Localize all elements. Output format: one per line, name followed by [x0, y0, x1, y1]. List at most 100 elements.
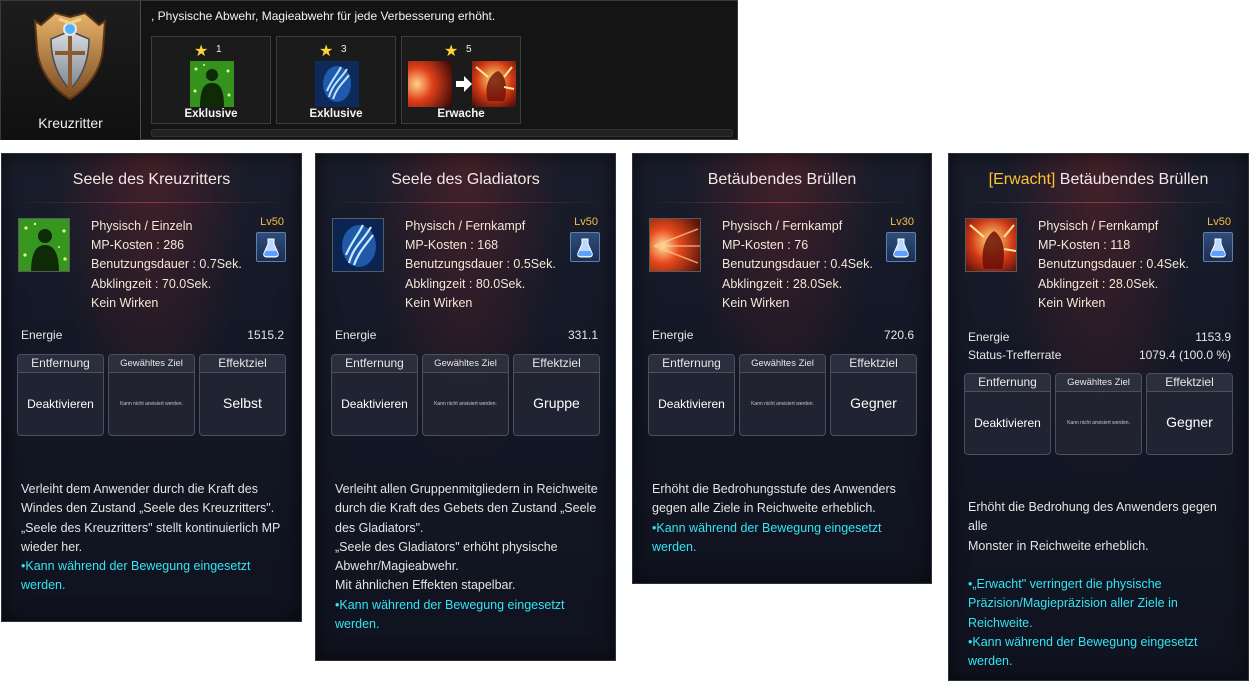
desc-line-highlight: werden. [21, 578, 66, 593]
skill-stats: Physisch / Einzeln MP-Kosten : 286 Benut… [91, 217, 242, 313]
energy-row: Energie 720.6 [652, 328, 914, 342]
desc-line: „Seele des Gladiators" erhöht physische [335, 539, 558, 554]
potion-button[interactable] [256, 232, 286, 262]
desc-line: durch die Kraft des Gebets den Zustand „… [335, 501, 597, 516]
effect-target-box: Effektziel Gegner [1146, 373, 1233, 455]
status-hit-value: 1079.4 (100.0 %) [1138, 348, 1231, 362]
potion-icon [1210, 238, 1226, 258]
effect-target-header: Effektziel [1147, 374, 1232, 392]
red-roar-icon [649, 218, 701, 272]
mp-cost: MP-Kosten : 76 [722, 238, 809, 253]
awakening-item-3[interactable]: ★ 5 Erwache [401, 36, 521, 124]
desc-line: Mit ähnlichen Effekten stapelbar. [335, 578, 516, 593]
energy-value: 331.1 [567, 328, 598, 342]
status-hit-row: Status-Trefferrate 1079.4 (100.0 %) [968, 348, 1231, 362]
awaken-transition-icon [408, 61, 516, 107]
skill-stats: Physisch / Fernkampf MP-Kosten : 118 Ben… [1038, 217, 1189, 313]
divider [647, 202, 917, 203]
energy-value: 1515.2 [247, 328, 284, 342]
divider [16, 202, 287, 203]
star-count: 1 [216, 44, 222, 55]
potion-button[interactable] [886, 232, 916, 262]
skill-title: [Erwacht] Betäubendes Brüllen [949, 171, 1248, 189]
divider [963, 202, 1234, 203]
mp-cost: MP-Kosten : 118 [1038, 238, 1131, 253]
title-text: Betäubendes Brüllen [707, 171, 857, 188]
desc-spacer [968, 556, 1238, 575]
desc-line: Windes den Zustand „Seele des Kreuzritte… [21, 501, 275, 516]
skill-description: Verleiht dem Anwender durch die Kraft de… [21, 480, 291, 596]
skill-type: Physisch / Fernkampf [722, 219, 843, 233]
item-label: Exklusive [309, 108, 363, 120]
range-value: Deaktivieren [658, 397, 725, 411]
title-text: Betäubendes Brüllen [1055, 171, 1209, 188]
potion-button[interactable] [570, 232, 600, 262]
range-header: Entfernung [332, 355, 417, 373]
range-box: Entfernung Deaktivieren [648, 354, 735, 436]
cooldown: Abklingzeit : 70.0Sek. [91, 276, 212, 291]
chosen-target-box: Gewähltes Ziel Kann nicht anvisiert werd… [739, 354, 826, 436]
potion-icon [577, 238, 593, 258]
energy-row: Energie 1153.9 [968, 330, 1231, 344]
skill-title: Seele des Gladiators [316, 171, 615, 189]
effect-target-value: Selbst [223, 395, 262, 411]
skill-type: Physisch / Einzeln [91, 219, 193, 233]
effect-target-value: Gegner [1166, 414, 1213, 430]
energy-value: 1153.9 [1195, 330, 1231, 344]
range-box: Entfernung Deaktivieren [17, 354, 104, 436]
use-duration: Benutzungsdauer : 0.5Sek. [405, 257, 556, 272]
blue-soul-icon [332, 218, 384, 272]
energy-label: Energie [335, 328, 377, 342]
chosen-target-value: Kann nicht anvisiert werden. [434, 401, 497, 407]
chosen-target-value: Kann nicht anvisiert werden. [120, 401, 183, 407]
effect-target-box: Effektziel Gruppe [513, 354, 600, 436]
star-icon: ★ [319, 43, 334, 60]
effect-target-value: Gegner [850, 395, 897, 411]
range-value: Deaktivieren [974, 416, 1041, 430]
awakening-item-2[interactable]: ★ 3 Exklusive [276, 36, 396, 124]
desc-line-highlight: •„Erwacht" verringert die physische [968, 577, 1162, 592]
blue-soul-icon [315, 61, 359, 107]
cast-effect: Kein Wirken [1038, 295, 1106, 310]
potion-button[interactable] [1203, 232, 1233, 262]
chosen-target-header: Gewähltes Ziel [1056, 374, 1141, 392]
use-duration: Benutzungsdauer : 0.4Sek. [1038, 257, 1189, 272]
desc-line: Erhöht die Bedrohung des Anwenders gegen… [968, 500, 1217, 534]
skill-description: Verleiht allen Gruppenmitgliedern in Rei… [335, 480, 605, 634]
skill-title: Betäubendes Brüllen [633, 171, 931, 189]
desc-line-highlight: •Kann während der Bewegung eingesetzt [21, 559, 251, 574]
cooldown: Abklingzeit : 28.0Sek. [722, 276, 843, 291]
chosen-target-header: Gewähltes Ziel [740, 355, 825, 373]
mp-cost: MP-Kosten : 286 [91, 238, 185, 253]
skill-description: Erhöht die Bedrohung des Anwenders gegen… [968, 498, 1238, 672]
item-label: Erwache [437, 108, 485, 120]
potion-icon [263, 238, 279, 258]
desc-line: wieder her. [21, 539, 83, 554]
cast-effect: Kein Wirken [91, 295, 159, 310]
skill-tooltip-3: Betäubendes Brüllen Physisch / Fernkampf… [632, 153, 932, 584]
desc-line-highlight: werden. [335, 617, 380, 632]
star-icon: ★ [444, 43, 459, 60]
level-label: Lv50 [260, 216, 284, 228]
status-hit-label: Status-Trefferrate [968, 348, 1062, 362]
chosen-target-box: Gewähltes Ziel Kann nicht anvisiert werd… [422, 354, 509, 436]
range-value: Deaktivieren [341, 397, 408, 411]
desc-line: Monster in Reichweite erheblich. [968, 538, 1149, 553]
desc-line-highlight: •Kann während der Bewegung eingesetzt [652, 520, 882, 535]
skill-description: Erhöht die Bedrohungsstufe des Anwenders… [652, 480, 921, 557]
title-text: Seele des Kreuzritters [72, 171, 231, 188]
desc-line-highlight: Reichweite. [968, 615, 1033, 630]
desc-line-highlight: werden. [968, 654, 1013, 669]
desc-line-highlight: •Kann während der Bewegung eingesetzt [335, 597, 565, 612]
energy-row: Energie 1515.2 [21, 328, 284, 342]
class-card[interactable]: Kreuzritter [1, 1, 141, 140]
effect-target-box: Effektziel Gegner [830, 354, 917, 436]
cast-effect: Kein Wirken [405, 295, 473, 310]
awakened-roar-icon [965, 218, 1017, 272]
awakening-item-1[interactable]: ★ 1 Exklusive [151, 36, 271, 124]
horizontal-scrollbar[interactable] [151, 129, 733, 137]
upgrade-description: , Physische Abwehr, Magieabwehr für jede… [151, 9, 496, 23]
chosen-target-value: Kann nicht anvisiert werden. [751, 401, 814, 407]
desc-line: Verleiht allen Gruppenmitgliedern in Rei… [335, 482, 598, 496]
skill-stats: Physisch / Fernkampf MP-Kosten : 168 Ben… [405, 217, 556, 313]
